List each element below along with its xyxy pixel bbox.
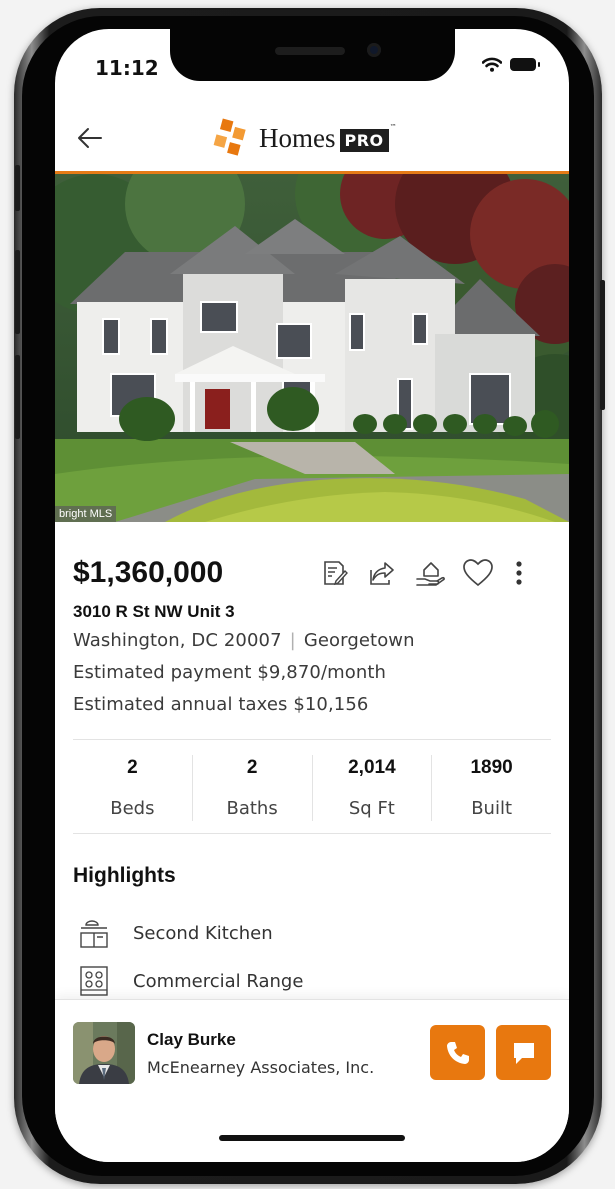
location-separator: |	[289, 630, 296, 651]
share-button[interactable]	[365, 556, 399, 590]
highlight-item: Second Kitchen	[77, 917, 273, 949]
stat-value: 2	[246, 757, 258, 778]
logo-wordmark: Homes	[259, 122, 336, 153]
logo-pro-badge: PRO	[339, 128, 389, 152]
logo-mark-icon	[213, 118, 246, 156]
stat-label: Beds	[110, 798, 155, 819]
listing-photo[interactable]: bright MLS	[55, 174, 569, 522]
stat-value: 1890	[470, 757, 513, 778]
notes-button[interactable]	[317, 556, 351, 590]
stat-value: 2	[127, 757, 138, 778]
volume-down-button	[15, 355, 20, 439]
heart-icon	[463, 559, 493, 587]
range-icon	[80, 966, 108, 996]
highlights-heading: Highlights	[73, 864, 176, 887]
home-indicator[interactable]	[219, 1135, 405, 1141]
estimated-taxes: Estimated annual taxes $10,156	[73, 694, 369, 715]
home-value-icon	[416, 562, 445, 586]
home-value-button[interactable]	[413, 556, 447, 590]
stat-label: Built	[471, 798, 513, 819]
earpiece-speaker	[275, 47, 345, 55]
more-vertical-icon	[516, 561, 522, 585]
notch	[170, 29, 455, 81]
call-agent-button[interactable]	[430, 1025, 485, 1080]
agent-photo	[73, 1022, 135, 1084]
agent-avatar[interactable]	[73, 1022, 135, 1084]
estimated-payment[interactable]: Estimated payment $9,870/month	[73, 662, 386, 683]
agent-name[interactable]: Clay Burke	[147, 1030, 236, 1050]
logo-trademark: ™	[389, 123, 397, 131]
property-stats: 2 Beds 2 Baths 2,014 Sq Ft 1890 Built	[73, 755, 551, 821]
listing-location: Washington, DC 20007 | Georgetown	[73, 630, 415, 651]
share-icon	[370, 562, 394, 585]
homes-pro-logo: Homes PRO ™	[210, 118, 397, 158]
mls-credit-badge: bright MLS	[55, 506, 117, 522]
details-divider-bottom	[73, 833, 551, 834]
power-button	[600, 280, 605, 410]
neighborhood-link[interactable]: Georgetown	[304, 630, 415, 651]
message-agent-button[interactable]	[496, 1025, 551, 1080]
highlight-item: Commercial Range	[77, 965, 303, 997]
status-time: 11:12	[95, 56, 159, 80]
agent-company: McEnearney Associates, Inc.	[147, 1058, 375, 1077]
house-photo	[55, 174, 569, 522]
favorite-button[interactable]	[461, 556, 495, 590]
back-arrow-icon[interactable]	[75, 123, 105, 153]
listing-address: 3010 R St NW Unit 3	[73, 602, 235, 621]
city-state-zip: Washington, DC 20007	[73, 630, 282, 651]
app-header: Homes PRO ™	[55, 109, 569, 174]
listing-actions	[317, 556, 529, 590]
battery-icon	[510, 58, 540, 71]
chat-icon	[513, 1042, 534, 1064]
phone-icon	[446, 1041, 469, 1064]
highlight-label: Second Kitchen	[133, 922, 273, 944]
front-camera	[367, 43, 381, 57]
wifi-icon	[482, 57, 502, 72]
more-options-button[interactable]	[509, 556, 529, 590]
status-icons	[482, 57, 540, 72]
stat-label: Baths	[226, 798, 278, 819]
silent-switch	[15, 165, 20, 211]
stat-value: 2,014	[348, 757, 396, 778]
kitchen-icon	[80, 920, 108, 948]
details-divider-top	[73, 739, 551, 740]
listing-price: $1,360,000	[73, 556, 224, 589]
stat-built: 1890 Built	[432, 755, 551, 821]
notes-icon	[324, 561, 348, 586]
app-screen: 11:12 Homes PRO ™ bright MLS $1,360,000 …	[55, 29, 569, 1162]
highlight-label: Commercial Range	[133, 970, 304, 992]
volume-up-button	[15, 250, 20, 334]
stat-sqft: 2,014 Sq Ft	[313, 755, 433, 821]
stat-label: Sq Ft	[348, 798, 395, 819]
stat-beds: 2 Beds	[73, 755, 193, 821]
stat-baths: 2 Baths	[193, 755, 313, 821]
